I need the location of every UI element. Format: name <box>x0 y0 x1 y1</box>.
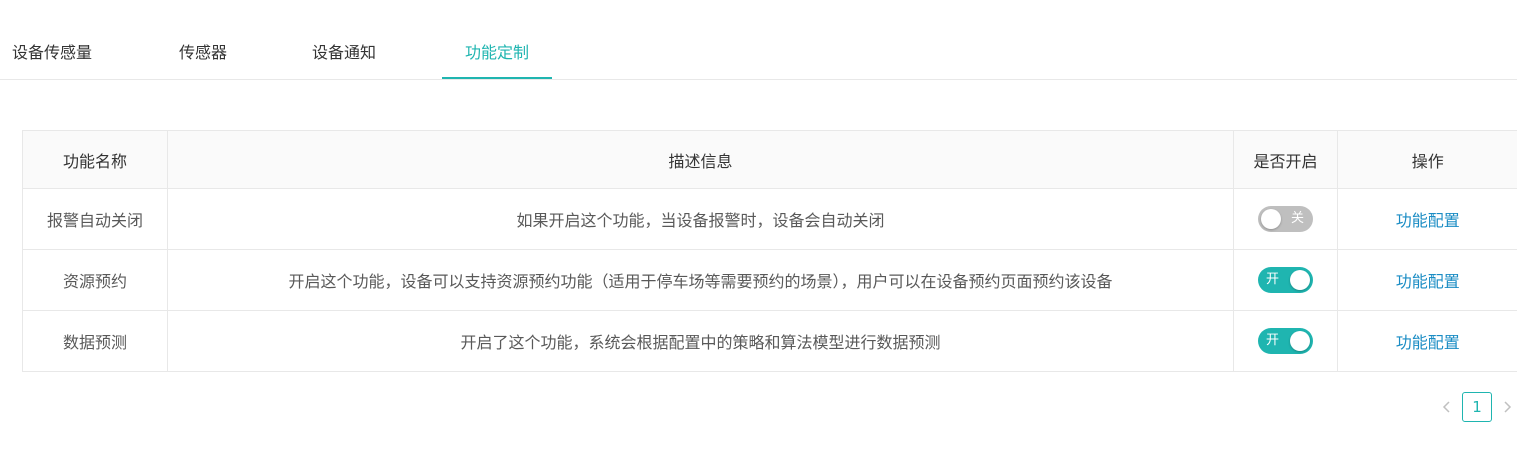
feature-name-cell: 报警自动关闭 <box>22 188 168 250</box>
chevron-right-icon <box>1504 401 1512 413</box>
table-row: 报警自动关闭 如果开启这个功能，当设备报警时，设备会自动关闭 关 功能配置 <box>22 188 1517 250</box>
tab-device-notifications[interactable]: 设备通知 <box>312 28 376 79</box>
feature-table: 功能名称 描述信息 是否开启 操作 报警自动关闭 如果开启这个功能，当设备报警时… <box>22 130 1517 372</box>
tab-device-sensor-values[interactable]: 设备传感量 <box>12 28 92 79</box>
toggle-knob <box>1290 270 1310 290</box>
toggle-label: 开 <box>1266 333 1280 348</box>
action-cell: 功能配置 <box>1337 188 1517 250</box>
toggle-label: 开 <box>1266 272 1280 287</box>
enable-toggle[interactable]: 开 <box>1258 328 1313 354</box>
page-number-button[interactable]: 1 <box>1462 392 1492 422</box>
header-description: 描述信息 <box>167 130 1234 189</box>
tab-feature-customization[interactable]: 功能定制 <box>442 28 552 79</box>
table-header-row: 功能名称 描述信息 是否开启 操作 <box>22 130 1517 189</box>
prev-page-button[interactable] <box>1436 392 1458 422</box>
action-cell: 功能配置 <box>1337 249 1517 311</box>
configure-feature-link[interactable]: 功能配置 <box>1396 333 1460 352</box>
active-tab-indicator <box>442 77 552 79</box>
header-feature-name: 功能名称 <box>22 130 168 189</box>
enabled-cell: 开 <box>1233 310 1338 372</box>
chevron-left-icon <box>1442 401 1450 413</box>
page: 设备传感量 传感器 设备通知 功能定制 功能名称 描述信息 是否开启 操作 报警… <box>0 0 1517 472</box>
header-enabled: 是否开启 <box>1233 130 1338 189</box>
enabled-cell: 开 <box>1233 249 1338 311</box>
enabled-cell: 关 <box>1233 188 1338 250</box>
enable-toggle[interactable]: 开 <box>1258 267 1313 293</box>
tab-sensors[interactable]: 传感器 <box>179 28 227 79</box>
configure-feature-link[interactable]: 功能配置 <box>1396 272 1460 291</box>
header-actions: 操作 <box>1337 130 1517 189</box>
toggle-label: 关 <box>1290 211 1304 226</box>
enable-toggle[interactable]: 关 <box>1258 206 1313 232</box>
table-row: 资源预约 开启这个功能，设备可以支持资源预约功能（适用于停车场等需要预约的场景）… <box>22 249 1517 311</box>
pagination: 1 <box>1436 392 1517 422</box>
configure-feature-link[interactable]: 功能配置 <box>1396 211 1460 230</box>
tab-bar: 设备传感量 传感器 设备通知 功能定制 <box>0 28 1517 80</box>
table-row: 数据预测 开启了这个功能，系统会根据配置中的策略和算法模型进行数据预测 开 功能… <box>22 310 1517 372</box>
next-page-button[interactable] <box>1496 392 1517 422</box>
action-cell: 功能配置 <box>1337 310 1517 372</box>
description-cell: 如果开启这个功能，当设备报警时，设备会自动关闭 <box>167 188 1234 250</box>
toggle-knob <box>1290 331 1310 351</box>
description-cell: 开启这个功能，设备可以支持资源预约功能（适用于停车场等需要预约的场景），用户可以… <box>167 249 1234 311</box>
feature-name-cell: 资源预约 <box>22 249 168 311</box>
description-cell: 开启了这个功能，系统会根据配置中的策略和算法模型进行数据预测 <box>167 310 1234 372</box>
toggle-knob <box>1261 209 1281 229</box>
feature-name-cell: 数据预测 <box>22 310 168 372</box>
